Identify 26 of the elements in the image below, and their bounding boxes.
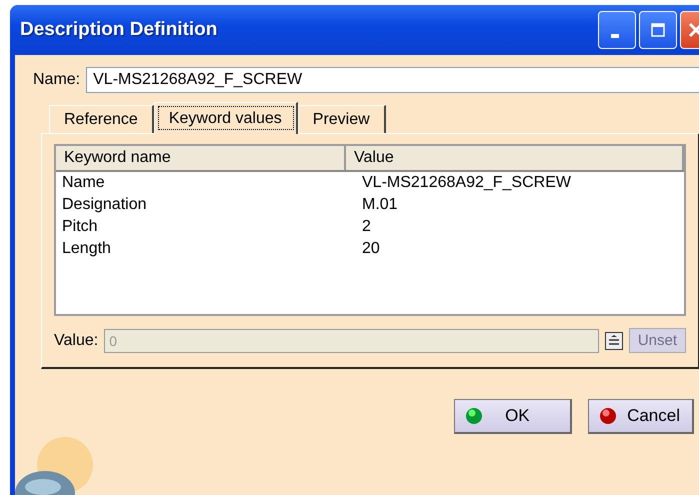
window-title: Description Definition xyxy=(20,19,218,41)
name-label: Name: xyxy=(33,71,80,89)
column-header[interactable]: Keyword name xyxy=(56,146,346,170)
maximize-button[interactable] xyxy=(639,11,677,49)
value-label: Value: xyxy=(54,332,98,350)
ball-icon xyxy=(465,407,484,425)
minimize-button[interactable] xyxy=(598,11,636,49)
name-field[interactable]: VL-MS21268A92_F_SCREW xyxy=(86,67,699,93)
tab[interactable]: Preview xyxy=(298,105,386,133)
column-header[interactable]: Value xyxy=(346,146,684,170)
table-cell-text: 2 xyxy=(361,217,372,237)
table-cell-text: 20 xyxy=(361,239,381,259)
cancel-button[interactable]: Cancel xyxy=(588,399,694,434)
table-cell-text: Name xyxy=(61,173,106,193)
table-cell-text: VL-MS21268A92_F_SCREW xyxy=(361,173,572,193)
table-cell-text: Designation xyxy=(61,195,148,215)
minimize-icon xyxy=(611,34,619,38)
ok-button[interactable]: OK xyxy=(454,399,572,434)
table-cell-text: Pitch xyxy=(61,217,99,237)
spinner-icon[interactable] xyxy=(604,332,623,350)
table-cell-text: Length xyxy=(61,239,112,259)
table-cell-text: M.01 xyxy=(361,195,399,215)
tab[interactable]: Keyword values xyxy=(154,102,298,134)
ball-icon xyxy=(599,407,618,425)
maximize-icon xyxy=(650,22,666,38)
tab[interactable]: Reference xyxy=(49,105,154,133)
